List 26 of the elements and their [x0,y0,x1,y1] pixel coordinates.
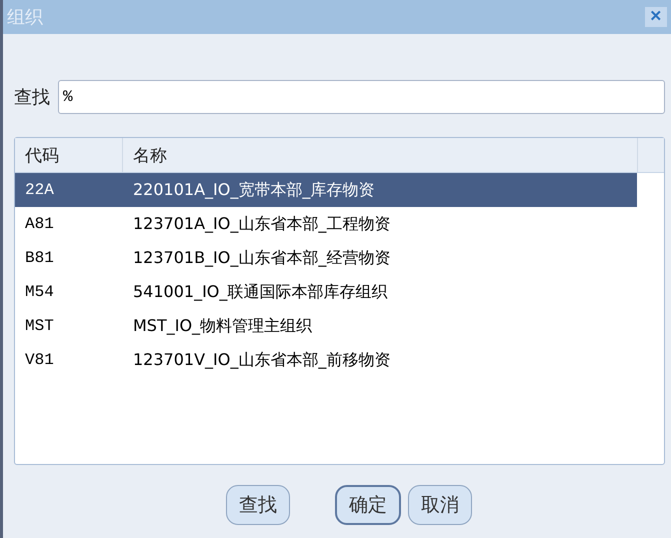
table-row[interactable]: V81 123701V_IO_山东省本部_前移物资 [15,343,637,377]
table-cell-text: 123701A_IO_山东省本部_工程物资 [132,214,390,234]
table-cell-text: V81 [24,351,55,369]
table-row[interactable]: A81 123701A_IO_山东省本部_工程物资 [15,207,637,241]
table-row[interactable]: 22A 220101A_IO_宽带本部_库存物资 [15,173,637,207]
table-cell-text: 123701V_IO_山东省本部_前移物资 [132,350,390,370]
table-cell-text: 123701B_IO_山东省本部_经营物资 [132,248,390,268]
table-cell-text: 541001_IO_联通国际本部库存组织 [132,282,388,302]
search-label: 查找 [14,86,51,109]
dialog-button[interactable]: 确定 [335,485,401,525]
table-row[interactable]: MST MST_IO_物料管理主组织 [15,309,637,343]
window-title: 组织 [7,6,43,29]
dialog-button[interactable]: 取消 [408,485,472,525]
table-row[interactable]: M54 541001_IO_联通国际本部库存组织 [15,275,637,309]
table-row[interactable]: B81 123701B_IO_山东省本部_经营物资 [15,241,637,275]
table-cell-text: MST [24,317,55,335]
table-cell-text: MST_IO_物料管理主组织 [132,316,312,336]
table-cell-text: 220101A_IO_宽带本部_库存物资 [132,180,374,200]
table-cell-text: A81 [24,215,55,233]
table-cell-text: B81 [24,249,55,267]
column-header[interactable]: 代码 [15,138,123,172]
column-header[interactable]: 名称 [123,138,167,172]
table-cell-text: 22A [24,181,55,199]
table-cell-text: M54 [24,283,55,301]
search-field[interactable]: % [58,80,665,114]
dialog-button[interactable]: 查找 [226,485,290,525]
